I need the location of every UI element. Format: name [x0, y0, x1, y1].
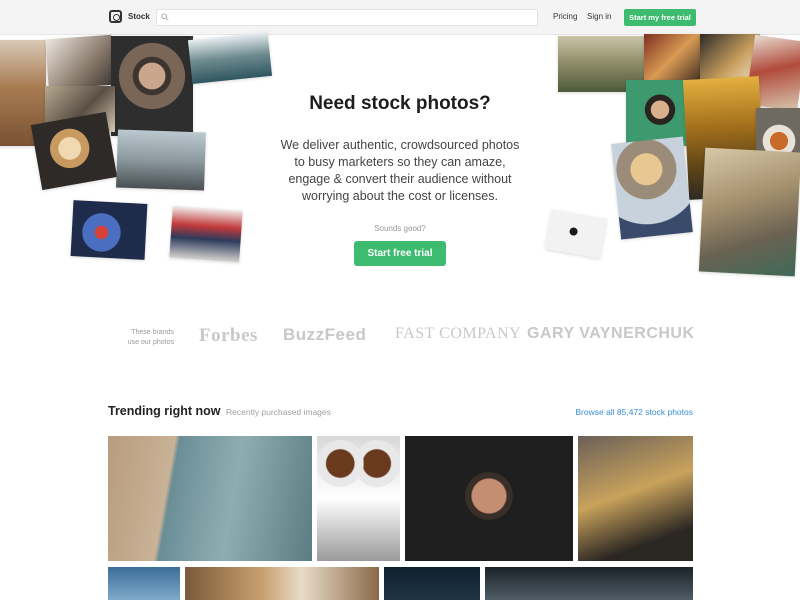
top-nav-bar: Stock Pricing Sign in Start my free tria… [0, 0, 800, 35]
trending-photo-glass-camera[interactable] [578, 436, 693, 561]
hero-description-line: worrying about the cost or licenses. [302, 189, 498, 203]
sounds-good-prompt: Sounds good? [374, 224, 426, 233]
gary-vaynerchuk-logo: GARY VAYNERCHUK [527, 325, 695, 342]
search-box[interactable] [156, 9, 538, 26]
hero-photo-blonde-blanket [611, 136, 693, 240]
browse-all-photos-link[interactable]: Browse all 85,472 stock photos [560, 407, 693, 417]
hero-photo-skateboarder [116, 129, 206, 191]
hero-title: Need stock photos? [309, 93, 491, 114]
stock-logo-icon[interactable] [109, 10, 122, 23]
hero-photo-kayak-lake [187, 31, 273, 85]
hero-photo-smoke-art [70, 200, 148, 260]
trending-photo-coffee-cups[interactable] [317, 436, 400, 561]
hero-photo-man-walking [169, 205, 243, 263]
hero-photo-dock-feet [698, 147, 800, 277]
start-my-free-trial-button[interactable]: Start my free trial [624, 9, 696, 26]
trending-photo-night[interactable] [384, 567, 480, 600]
nav-sign-in-link[interactable]: Sign in [587, 12, 611, 21]
forbes-logo: Forbes [199, 325, 258, 346]
hero-photo-hand-object [544, 209, 608, 259]
hero-description-line: engage & convert their audience without [288, 172, 512, 186]
hero-description: We deliver authentic, crowdsourced photo… [270, 137, 530, 205]
hero-photo-blonde-woman [30, 111, 118, 191]
brands-caption-line: These brands [131, 329, 174, 336]
trending-photo-man-tongue[interactable] [405, 436, 573, 561]
trending-title: Trending right now [108, 404, 221, 418]
trending-photo-sky[interactable] [108, 567, 180, 600]
search-icon [161, 13, 169, 21]
nav-pricing-link[interactable]: Pricing [553, 12, 577, 21]
hero-description-line: to busy marketers so they can amaze, [294, 155, 506, 169]
fast-company-logo: FAST COMPANY [395, 325, 522, 342]
buzzfeed-logo: BuzzFeed [283, 325, 367, 344]
brands-caption-line: use our photos [127, 339, 174, 346]
hero-description-line: We deliver authentic, crowdsourced photo… [280, 138, 520, 152]
brand-name[interactable]: Stock [128, 12, 150, 21]
trending-photo-wood[interactable] [185, 567, 379, 600]
search-input[interactable] [173, 10, 533, 25]
brands-caption: These brands use our photos [110, 328, 174, 348]
trending-photo-rain-window[interactable] [485, 567, 693, 600]
hero-photo-food-flatlay [644, 34, 702, 82]
trending-subtitle: Recently purchased images [226, 407, 331, 417]
hero-photo-man-sunglasses [111, 36, 193, 136]
hero-photo-reading-book [45, 34, 115, 90]
start-free-trial-button[interactable]: Start free trial [354, 241, 446, 266]
trending-photo-pool-woman[interactable] [108, 436, 312, 561]
